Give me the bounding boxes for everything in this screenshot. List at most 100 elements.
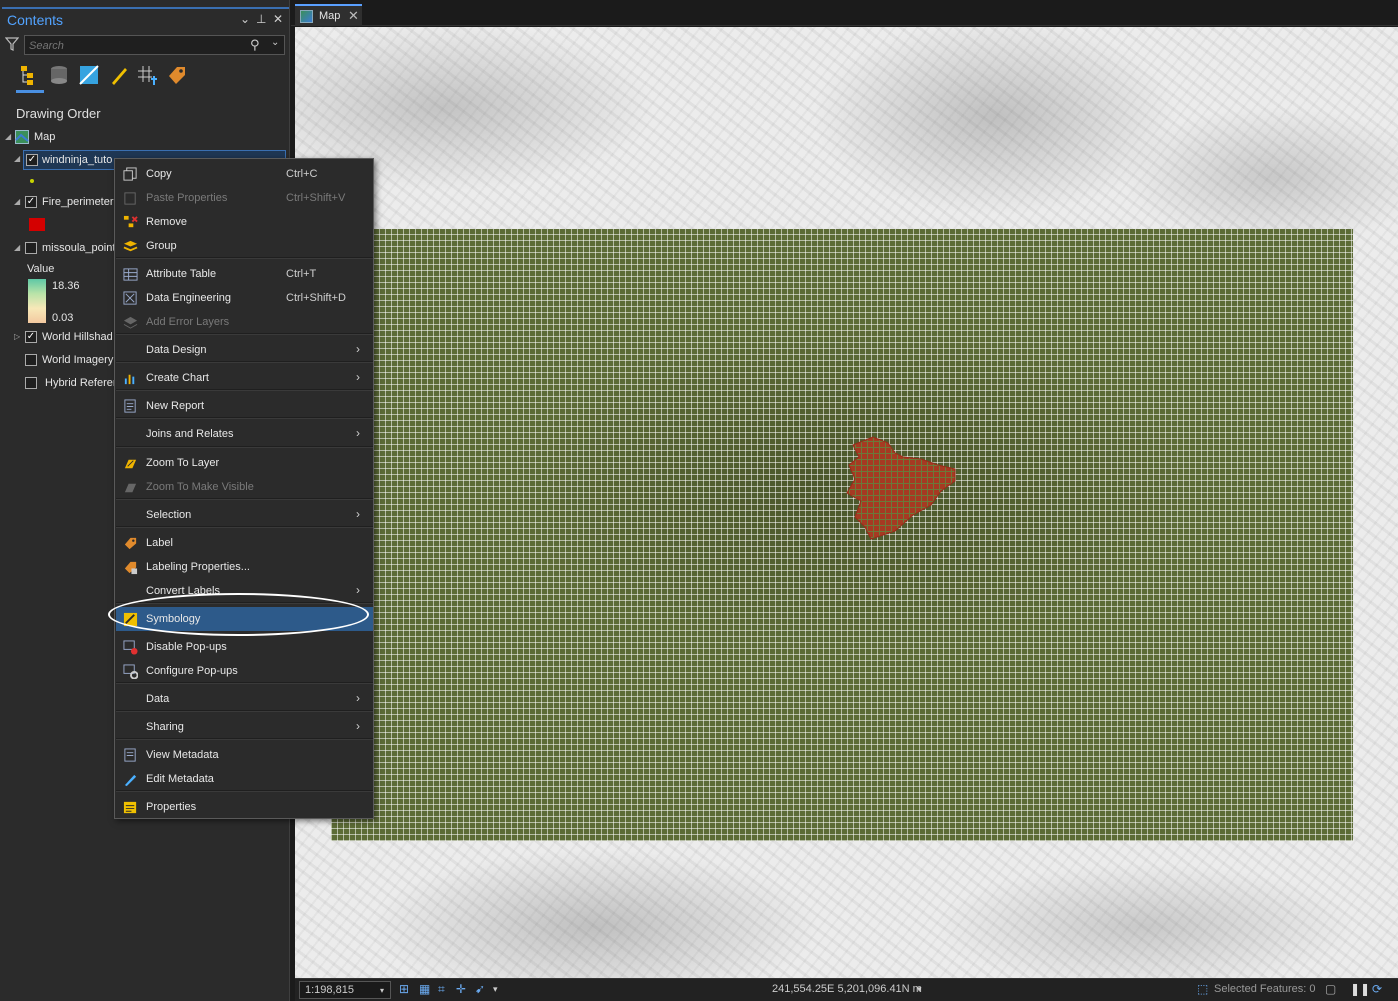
visibility-checkbox[interactable] [25,354,37,366]
tab-map[interactable]: Map ✕ [295,4,362,26]
menu-item-create-chart[interactable]: Create Chart › [116,366,373,390]
search-box[interactable]: ⚲ ⌄ [24,35,285,55]
selected-features-count: Selected Features: 0 [1214,983,1316,995]
menu-item-label: Remove [146,216,187,228]
close-icon[interactable]: ✕ [348,8,359,24]
menu-item-label[interactable]: Label [116,531,373,555]
visibility-checkbox[interactable]: ✓ [25,196,37,208]
menu-item-attribute-table[interactable]: Attribute Table Ctrl+T [116,262,373,286]
menu-item-zoom-to-layer[interactable]: Zoom To Layer [116,451,373,475]
menu-item-zoom-to-make-visible[interactable]: Zoom To Make Visible [116,475,373,499]
menu-item-view-metadata[interactable]: View Metadata [116,743,373,767]
menu-item-properties[interactable]: Properties [116,795,373,819]
pause-icon[interactable]: ❚❚ [1350,982,1370,996]
chevron-down-icon[interactable]: ▾ [917,984,931,998]
menu-item-label: Labeling Properties... [146,561,250,573]
menu-item-configure-pop-ups[interactable]: Configure Pop-ups [116,659,373,683]
configure-popups-icon [123,664,138,679]
chevron-down-icon[interactable]: ⌄ [271,37,279,48]
navigation-icon[interactable]: ➹ [475,982,489,996]
menu-separator [116,526,373,528]
menu-item-label: Zoom To Make Visible [146,481,254,493]
menu-item-label: Attribute Table [146,268,217,280]
chevron-down-icon[interactable]: ▾ [380,986,384,995]
menu-item-labeling-properties[interactable]: Labeling Properties... [116,555,373,579]
close-icon[interactable]: ✕ [273,12,283,26]
report-icon [124,399,136,413]
collapse-icon[interactable]: ◢ [14,197,20,206]
coordinates-readout: 241,554.25E 5,201,096.41N m [772,983,922,995]
menu-item-convert-labels[interactable]: Convert Labels › [116,579,373,603]
menu-item-shortcut: Ctrl+Shift+V [286,192,346,204]
list-by-drawing-order-icon[interactable] [18,64,40,86]
copy-icon [123,167,137,181]
menu-item-copy[interactable]: Copy Ctrl+C [116,162,373,186]
map-view[interactable] [295,27,1398,978]
filter-icon[interactable] [5,37,19,51]
menu-separator [116,682,373,684]
visibility-checkbox[interactable]: ✓ [26,154,38,166]
list-by-labeling-icon[interactable] [166,64,188,86]
error-layers-icon [123,316,138,329]
tree-item-label: World Hillshad [42,331,113,343]
fixed-zoom-in-icon[interactable]: ⊞ [399,982,413,996]
collapse-icon[interactable]: ◢ [14,243,20,252]
visibility-checkbox[interactable] [25,242,37,254]
menu-item-sharing[interactable]: Sharing › [116,715,373,739]
tree-item-map[interactable]: ◢ Map [0,128,290,148]
scale-selector[interactable]: 1:198,815 ▾ [299,981,391,999]
menu-item-symbology[interactable]: Symbology [116,607,373,631]
grid-icon[interactable]: ▦ [419,982,433,996]
tree-item-label: Hybrid Referer [45,377,117,389]
menu-item-new-report[interactable]: New Report [116,394,373,418]
menu-item-selection[interactable]: Selection › [116,503,373,527]
menu-item-paste-properties[interactable]: Paste Properties Ctrl+Shift+V [116,186,373,210]
chevron-right-icon: › [356,583,360,597]
pan-icon[interactable]: ✛ [456,982,470,996]
tree-item-label: windninja_tuto [42,154,113,166]
pin-icon[interactable]: ⊥ [256,12,266,26]
tab-map-label: Map [319,10,341,22]
expand-icon[interactable]: ▷ [14,332,20,341]
selection-icon[interactable]: ⬚ [1197,982,1211,996]
list-by-snapping-icon[interactable] [136,64,158,86]
visibility-checkbox[interactable] [25,377,37,389]
menu-item-data[interactable]: Data › [116,687,373,711]
menu-item-disable-pop-ups[interactable]: Disable Pop-ups [116,635,373,659]
menu-item-label: Disable Pop-ups [146,641,227,653]
menu-item-data-engineering[interactable]: Data Engineering Ctrl+Shift+D [116,286,373,310]
search-row: ⚲ ⌄ [0,34,290,56]
menu-item-edit-metadata[interactable]: Edit Metadata [116,767,373,791]
pane-options-icon[interactable]: ⌄ [240,12,250,26]
chevron-down-icon[interactable]: ▾ [493,984,507,998]
menu-item-label: Label [146,537,173,549]
list-by-source-icon[interactable] [48,64,70,86]
list-by-editing-icon[interactable] [108,64,130,86]
menu-item-remove[interactable]: Remove [116,210,373,234]
menu-item-group[interactable]: Group [116,234,373,258]
menu-item-add-error-layers[interactable]: Add Error Layers [116,310,373,334]
visibility-checkbox[interactable]: ✓ [25,331,37,343]
collapse-icon[interactable]: ◢ [5,132,11,141]
active-tab-indicator [16,90,44,93]
menu-separator [116,790,373,792]
scale-value: 1:198,815 [305,984,354,996]
search-input[interactable] [29,38,229,53]
menu-item-label: Data Engineering [146,292,232,304]
point-symbol [30,179,34,183]
properties-icon [123,801,137,814]
clear-selection-icon[interactable]: ▢ [1325,982,1339,996]
collapse-icon[interactable]: ◢ [14,154,20,163]
snapping-icon[interactable]: ⌗ [438,982,452,996]
menu-item-label: Symbology [146,613,201,625]
group-icon [123,240,138,252]
menu-item-joins-and-relates[interactable]: Joins and Relates › [116,422,373,446]
tree-item-label: missoula_point [42,242,116,254]
refresh-icon[interactable]: ⟳ [1372,982,1386,996]
list-by-selection-icon[interactable] [78,64,100,86]
menu-item-data-design[interactable]: Data Design › [116,338,373,362]
map-icon [15,130,29,144]
search-icon[interactable]: ⚲ [250,37,260,53]
zoom-visible-icon [124,483,137,493]
chevron-right-icon: › [356,370,360,384]
